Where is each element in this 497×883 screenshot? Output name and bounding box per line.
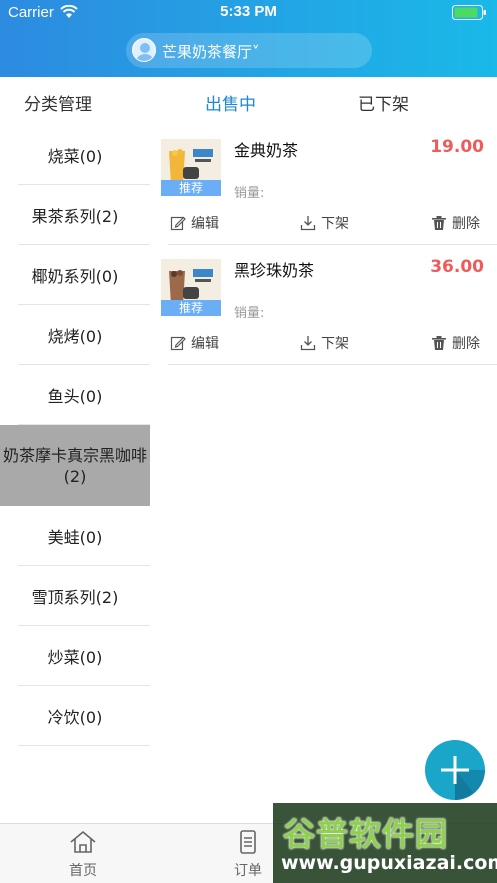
- tab-home[interactable]: 首页: [53, 830, 113, 880]
- tab-category-management[interactable]: 分类管理: [24, 90, 92, 115]
- product-image: 推荐: [161, 139, 221, 196]
- product-image: 推荐: [161, 259, 221, 316]
- off-shelf-label: 下架: [321, 216, 349, 232]
- product-list: 推荐 金典奶茶 19.00 销量: 编辑 下架 删除 推荐 黑珍珠奶茶 36.0…: [150, 125, 497, 375]
- tab-orders-label: 订单: [234, 863, 262, 879]
- shop-selector[interactable]: 芒果奶茶餐厅˅: [126, 33, 372, 68]
- sales-label: 销量:: [234, 306, 265, 321]
- trash-icon: [432, 336, 446, 350]
- trash-icon: [432, 216, 446, 230]
- shop-name: 芒果奶茶餐厅: [162, 43, 253, 61]
- edit-button[interactable]: 编辑: [170, 333, 219, 353]
- off-shelf-button[interactable]: 下架: [300, 213, 349, 233]
- category-item[interactable]: 烧烤(0): [0, 305, 150, 365]
- product-name: 金典奶茶: [234, 141, 299, 160]
- chevron-down-icon: ˅: [252, 43, 260, 61]
- edit-icon: [170, 216, 186, 231]
- plus-icon: [441, 756, 485, 800]
- delete-label: 删除: [452, 216, 480, 232]
- delete-button[interactable]: 删除: [431, 213, 480, 233]
- category-item[interactable]: 冷饮(0): [0, 686, 150, 746]
- download-icon: [300, 216, 316, 231]
- watermark: 谷普软件园 www.gupuxiazai.com: [273, 803, 497, 883]
- off-shelf-label: 下架: [321, 336, 349, 352]
- watermark-title: 谷普软件园: [283, 815, 449, 853]
- divider: [168, 364, 497, 365]
- tab-home-label: 首页: [69, 863, 97, 879]
- home-icon: [70, 830, 96, 853]
- battery-icon: [452, 5, 486, 20]
- edit-label: 编辑: [191, 216, 219, 232]
- clock: 5:33 PM: [220, 3, 277, 20]
- category-item[interactable]: 鱼头(0): [0, 365, 150, 425]
- add-product-button[interactable]: [425, 740, 485, 800]
- category-item[interactable]: 果茶系列(2): [0, 185, 150, 245]
- edit-icon: [170, 336, 186, 351]
- app-header: Carrier 5:33 PM 芒果奶茶餐厅˅: [0, 0, 497, 77]
- category-item[interactable]: 椰奶系列(0): [0, 245, 150, 305]
- order-icon: [240, 830, 256, 854]
- delete-button[interactable]: 删除: [431, 333, 480, 353]
- tab-on-sale[interactable]: 出售中: [205, 90, 256, 115]
- recommend-badge: 推荐: [161, 180, 221, 196]
- product-card: 推荐 金典奶茶 19.00 销量: 编辑 下架 删除: [150, 125, 497, 245]
- category-item[interactable]: 美蛙(0): [0, 506, 150, 566]
- off-shelf-button[interactable]: 下架: [300, 333, 349, 353]
- product-name: 黑珍珠奶茶: [234, 261, 315, 280]
- download-icon: [300, 336, 316, 351]
- tab-bar-top: 分类管理 出售中 已下架: [0, 77, 497, 125]
- status-bar: Carrier 5:33 PM: [0, 0, 497, 26]
- product-price: 36.00: [430, 257, 484, 277]
- product-card: 推荐 黑珍珠奶茶 36.00 销量: 编辑 下架 删除: [150, 245, 497, 365]
- edit-button[interactable]: 编辑: [170, 213, 219, 233]
- tab-orders[interactable]: 订单: [218, 830, 278, 880]
- category-item-active[interactable]: 奶茶摩卡真宗黑咖啡(2): [0, 425, 150, 506]
- category-item[interactable]: 烧菜(0): [0, 125, 150, 185]
- category-list: 烧菜(0) 果茶系列(2) 椰奶系列(0) 烧烤(0) 鱼头(0) 奶茶摩卡真宗…: [0, 125, 150, 746]
- tab-off-shelf[interactable]: 已下架: [358, 90, 409, 115]
- category-item[interactable]: 雪顶系列(2): [0, 566, 150, 626]
- category-item[interactable]: 炒菜(0): [0, 626, 150, 686]
- recommend-badge: 推荐: [161, 300, 221, 316]
- delete-label: 删除: [452, 336, 480, 352]
- edit-label: 编辑: [191, 336, 219, 352]
- product-price: 19.00: [430, 137, 484, 157]
- sales-label: 销量:: [234, 186, 265, 201]
- watermark-url: www.gupuxiazai.com: [281, 852, 497, 874]
- shop-avatar-icon: [132, 38, 156, 62]
